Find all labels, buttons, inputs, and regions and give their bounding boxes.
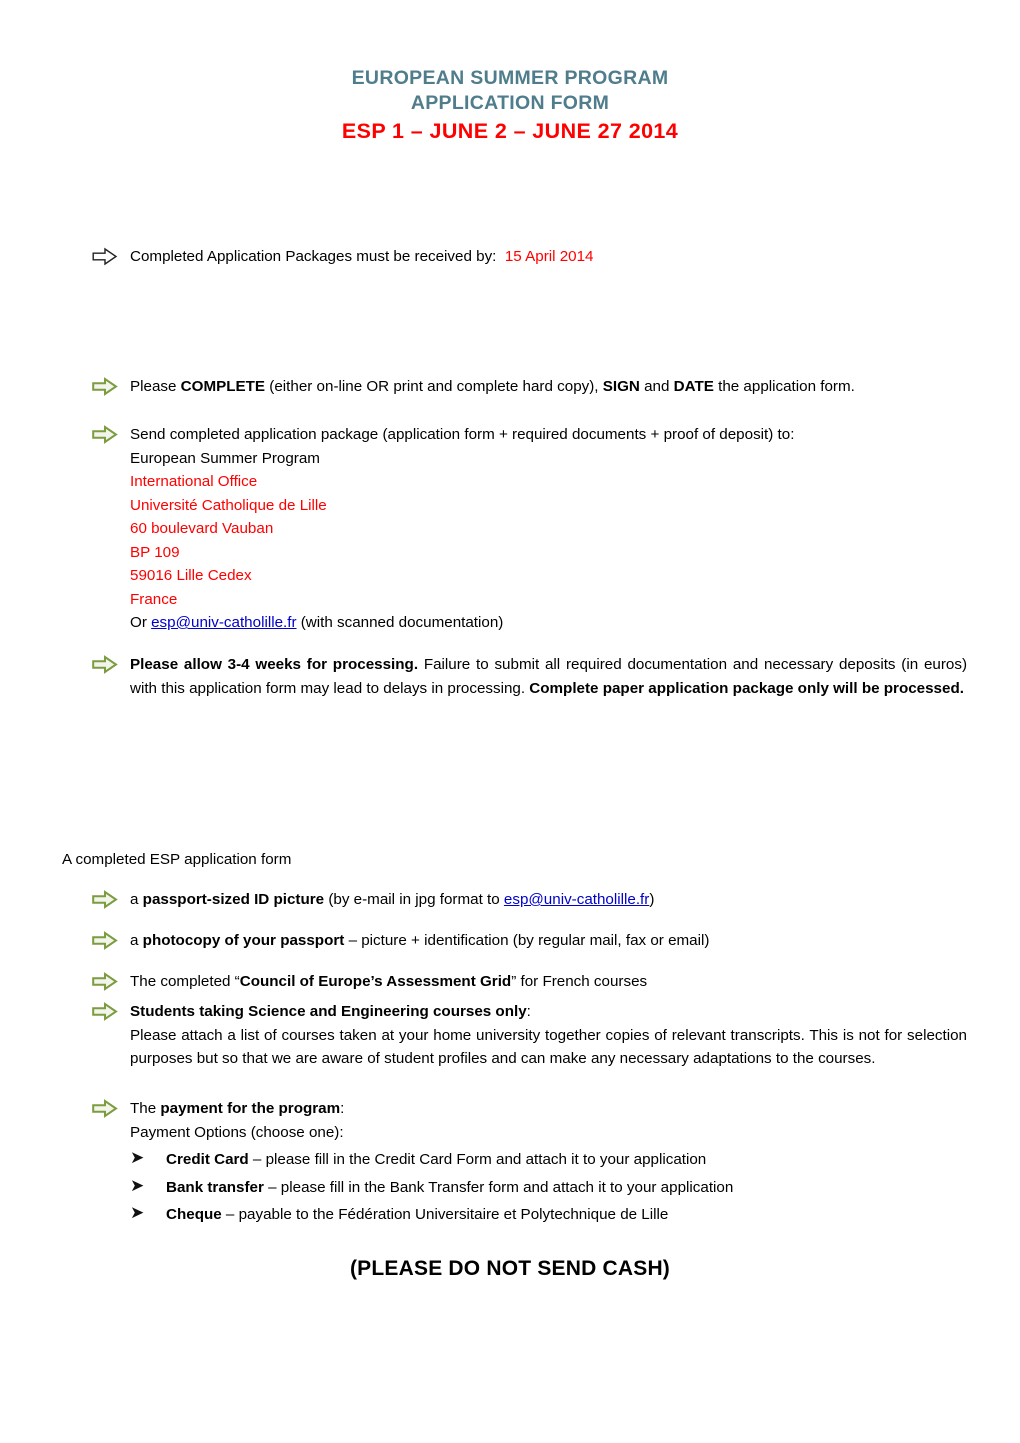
address-line: 59016 Lille Cedex — [130, 567, 252, 584]
payment-block: The payment for the program: Payment Opt… — [92, 1097, 972, 1227]
arrow-right-green-icon — [92, 1099, 118, 1118]
complete-bullet-row: Please COMPLETE (either on-line OR print… — [92, 375, 972, 399]
checklist-item-science-students: Students taking Science and Engineering … — [92, 1000, 967, 1071]
photocopy-bullet-row: a photocopy of your passport – picture +… — [92, 929, 972, 953]
address-line: International Office — [130, 473, 258, 490]
photocopy-prefix: a — [130, 932, 143, 949]
processing-bold-tail: Complete paper application package only … — [529, 679, 964, 697]
checklist-intro: A completed ESP application form — [62, 851, 292, 868]
assessment-grid-suffix: ” for French courses — [511, 973, 648, 990]
payment-option-bank-transfer[interactable]: ➤ Bank transfer – please fill in the Ban… — [130, 1176, 972, 1200]
document-header: EUROPEAN SUMMER PROGRAM APPLICATION FORM… — [0, 66, 1020, 146]
arrow-right-green-icon — [92, 425, 118, 444]
arrow-right-green-icon — [92, 655, 118, 674]
cheque-bold: Cheque — [166, 1206, 222, 1223]
send-bullet-row: Send completed application package (appl… — [92, 423, 972, 635]
arrow-right-outline-black-icon — [92, 247, 118, 266]
address-line: Université Catholique de Lille — [130, 496, 327, 514]
science-bold: Students taking Science and Engineering … — [130, 1003, 527, 1020]
complete-bold-date: DATE — [673, 378, 714, 395]
id-picture-prefix: a — [130, 891, 143, 908]
send-or-suffix: (with scanned documentation) — [296, 614, 504, 631]
science-bullet-row: Students taking Science and Engineering … — [92, 1000, 967, 1071]
arrowhead-right-icon: ➤ — [130, 1148, 145, 1167]
payment-heading: The payment for the program: — [130, 1097, 972, 1121]
arrow-right-green-icon — [92, 377, 118, 396]
complete-text-4: the application form. — [713, 378, 855, 395]
assessment-grid-bullet-row: The completed “Council of Europe’s Asses… — [92, 970, 972, 994]
checklist-item-photocopy: a photocopy of your passport – picture +… — [92, 929, 972, 953]
credit-card-text: – please fill in the Credit Card Form an… — [248, 1151, 707, 1168]
checklist-intro-block: A completed ESP application form — [62, 848, 662, 872]
assessment-grid-bold: Council of Europe’s Assessment Grid — [239, 973, 512, 990]
no-cash-notice: (PLEASE DO NOT SEND CASH) — [349, 1257, 671, 1280]
assessment-grid-prefix: The completed “ — [130, 973, 240, 990]
id-picture-suffix: ) — [649, 891, 655, 908]
processing-time-block: Please allow 3-4 weeks for processing. F… — [92, 653, 967, 700]
send-email-line: Or esp@univ-catholille.fr (with scanned … — [130, 611, 972, 635]
cheque-text: – payable to the Fédération Universitair… — [221, 1206, 669, 1223]
arrow-right-green-icon — [92, 972, 118, 991]
id-picture-bullet-row: a passport-sized ID picture (by e-mail i… — [92, 888, 972, 912]
bank-transfer-bold: Bank transfer — [166, 1178, 264, 1196]
id-picture-mid: (by e-mail in jpg format to — [324, 891, 504, 908]
id-picture-bold: passport-sized ID picture — [142, 891, 325, 908]
science-colon: : — [526, 1003, 531, 1020]
photocopy-suffix: – picture + identification (by regular m… — [344, 932, 710, 949]
checklist-item-id-picture: a passport-sized ID picture (by e-mail i… — [92, 888, 972, 912]
complete-text-1: Please — [130, 378, 181, 395]
address-line: France — [130, 590, 178, 608]
payment-colon: : — [340, 1100, 345, 1117]
deadline-block: Completed Application Packages must be r… — [92, 245, 792, 269]
arrow-right-green-icon — [92, 1002, 118, 1021]
address-line: 60 boulevard Vauban — [130, 520, 274, 537]
address-line: BP 109 — [130, 543, 180, 561]
header-session-line: ESP 1 – JUNE 2 – JUNE 27 2014 — [341, 119, 679, 143]
header-title-line-2: APPLICATION FORM — [410, 92, 610, 114]
document-page: EUROPEAN SUMMER PROGRAM APPLICATION FORM… — [0, 0, 1020, 1443]
deadline-label: Completed Application Packages must be r… — [130, 248, 497, 265]
arrowhead-right-icon: ➤ — [130, 1175, 145, 1195]
deadline-bullet-row: Completed Application Packages must be r… — [92, 245, 792, 269]
send-intro: Send completed application package (appl… — [130, 426, 795, 443]
science-heading: Students taking Science and Engineering … — [130, 1000, 967, 1024]
arrow-right-green-icon — [92, 890, 118, 909]
arrow-right-green-icon — [92, 931, 118, 950]
payment-bullet-row: The payment for the program: Payment Opt… — [92, 1097, 972, 1227]
processing-bold-lead: Please allow 3-4 weeks for processing. — [130, 656, 419, 673]
no-cash-notice-block: (PLEASE DO NOT SEND CASH) — [0, 1257, 1020, 1283]
send-or-prefix: Or — [130, 614, 152, 631]
credit-card-bold: Credit Card — [166, 1151, 249, 1168]
science-body: Please attach a list of courses taken at… — [130, 1026, 967, 1068]
payment-option-credit-card[interactable]: ➤ Credit Card – please fill in the Credi… — [130, 1148, 972, 1172]
complete-block: Please COMPLETE (either on-line OR print… — [92, 375, 972, 399]
processing-bullet-row: Please allow 3-4 weeks for processing. F… — [92, 653, 967, 700]
payment-prefix: The — [130, 1100, 161, 1117]
complete-text-3: and — [639, 378, 674, 395]
address-line: European Summer Program — [130, 449, 320, 467]
esp-email-link[interactable]: esp@univ-catholille.fr — [504, 891, 649, 908]
payment-options-label: Payment Options (choose one): — [130, 1123, 344, 1141]
bank-transfer-text: – please fill in the Bank Transfer form … — [263, 1178, 734, 1196]
complete-bold-sign: SIGN — [602, 378, 640, 395]
send-package-block: Send completed application package (appl… — [92, 423, 972, 635]
payment-bold: payment for the program — [160, 1100, 341, 1117]
esp-email-link[interactable]: esp@univ-catholille.fr — [151, 614, 296, 631]
complete-bold-complete: COMPLETE — [180, 378, 266, 395]
payment-option-cheque[interactable]: ➤ Cheque – payable to the Fédération Uni… — [130, 1203, 972, 1227]
header-title-line-1: EUROPEAN SUMMER PROGRAM — [351, 67, 669, 89]
checklist-item-assessment-grid: The completed “Council of Europe’s Asses… — [92, 970, 972, 994]
photocopy-bold: photocopy of your passport — [142, 932, 345, 949]
complete-text-2: (either on-line OR print and complete ha… — [265, 378, 603, 395]
arrowhead-right-icon: ➤ — [130, 1203, 145, 1222]
deadline-date: 15 April 2014 — [504, 248, 594, 265]
